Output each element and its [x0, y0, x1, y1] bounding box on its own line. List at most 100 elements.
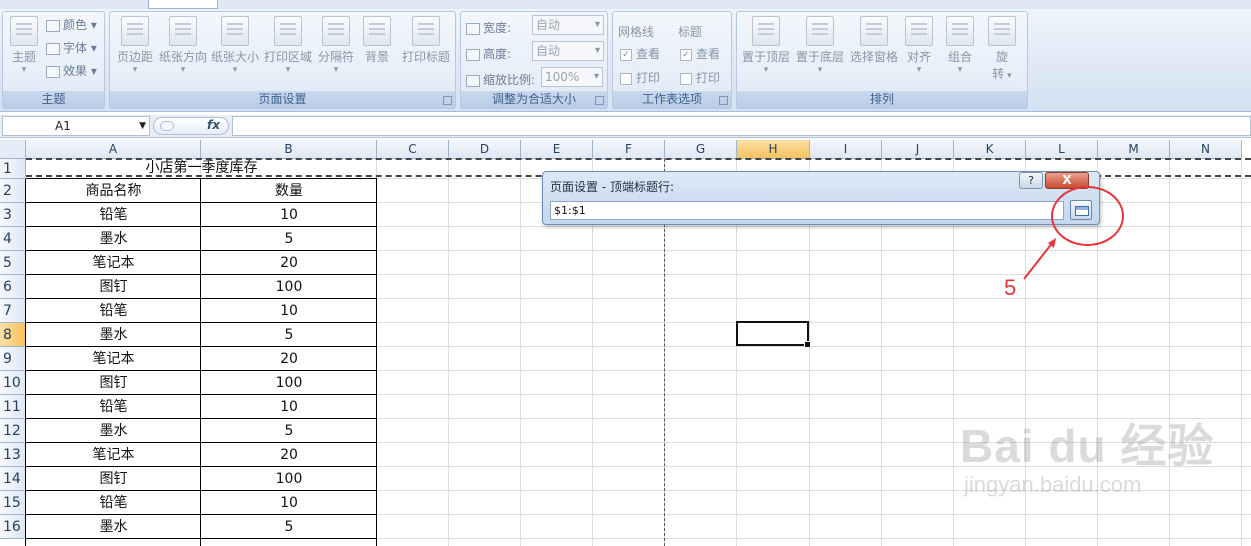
item-quantity-cell[interactable]: 5	[201, 419, 377, 443]
row-header-11[interactable]: 11	[0, 395, 26, 419]
column-header-f[interactable]: F	[593, 140, 665, 159]
column-header-h[interactable]: H	[737, 140, 810, 159]
column-header-b[interactable]: B	[201, 140, 377, 159]
column-header-j[interactable]: J	[882, 140, 954, 159]
item-name-cell[interactable]: 铅笔	[26, 203, 201, 227]
item-name-cell[interactable]: 铅笔	[26, 491, 201, 515]
page-setup-launcher-icon[interactable]	[443, 96, 452, 105]
row-header-8[interactable]: 8	[0, 323, 26, 347]
column-header-m[interactable]: M	[1098, 140, 1170, 159]
select-all-corner[interactable]	[0, 140, 26, 159]
header-cell-quantity[interactable]: 数量	[201, 179, 377, 203]
row-header-4[interactable]: 4	[0, 227, 26, 251]
item-name-cell[interactable]: 墨水	[26, 323, 201, 347]
group-button[interactable]: 组合 ▾	[945, 16, 975, 75]
width-select[interactable]: 自动	[532, 15, 604, 35]
item-name-cell[interactable]: 墨水	[26, 515, 201, 539]
row-header-1[interactable]: 1	[0, 159, 26, 179]
margins-button[interactable]: 页边距 ▾	[113, 16, 157, 75]
sheet-options-launcher-icon[interactable]	[719, 96, 728, 105]
column-header-e[interactable]: E	[521, 140, 593, 159]
headings-print-checkbox[interactable]: 打印	[680, 69, 720, 86]
row-header-14[interactable]: 14	[0, 467, 26, 491]
rotate-button[interactable]: 旋转 ▾	[987, 16, 1017, 82]
scale-launcher-icon[interactable]	[595, 96, 604, 105]
bring-to-front-button[interactable]: 置于顶层 ▾	[740, 16, 792, 75]
row-header-16[interactable]: 16	[0, 515, 26, 539]
insert-function-button[interactable]: fx	[153, 117, 229, 135]
item-quantity-cell[interactable]: 100	[201, 467, 377, 491]
orientation-button[interactable]: 纸张方向 ▾	[158, 16, 208, 75]
row-header-12[interactable]: 12	[0, 419, 26, 443]
name-box[interactable]: A1 ▼	[2, 116, 150, 136]
item-quantity-cell[interactable]: 20	[201, 251, 377, 275]
background-button[interactable]: 背景	[360, 16, 394, 65]
header-cell-name[interactable]: 商品名称	[26, 179, 201, 203]
item-name-cell[interactable]: 笔记本	[26, 443, 201, 467]
formula-input[interactable]	[232, 116, 1251, 136]
align-button[interactable]: 对齐 ▾	[904, 16, 934, 75]
column-header-g[interactable]: G	[665, 140, 737, 159]
row-header-13[interactable]: 13	[0, 443, 26, 467]
chevron-down-icon[interactable]: ▼	[139, 117, 146, 135]
theme-button[interactable]: 主题 ▾	[6, 16, 42, 75]
column-header-d[interactable]: D	[449, 140, 521, 159]
row-header-10[interactable]: 10	[0, 371, 26, 395]
item-quantity-cell[interactable]: 10	[201, 491, 377, 515]
item-quantity-cell[interactable]: 100	[201, 275, 377, 299]
rows-to-repeat-input[interactable]: $1:$1	[550, 201, 1064, 220]
scale-stepper[interactable]: 100%	[541, 67, 603, 87]
row-header-7[interactable]: 7	[0, 299, 26, 323]
row-header-3[interactable]: 3	[0, 203, 26, 227]
print-titles-button[interactable]: 打印标题	[400, 16, 452, 65]
row-header-5[interactable]: 5	[0, 251, 26, 275]
headings-view-checkbox[interactable]: ✓ 查看	[680, 45, 720, 62]
item-name-cell[interactable]: 笔记本	[26, 251, 201, 275]
item-name-cell[interactable]: 图钉	[26, 371, 201, 395]
colors-button[interactable]: 颜色 ▾	[46, 16, 97, 33]
item-quantity-cell[interactable]: 20	[201, 347, 377, 371]
column-header-i[interactable]: I	[810, 140, 882, 159]
checkbox-icon	[680, 72, 692, 85]
column-header-l[interactable]: L	[1026, 140, 1098, 159]
item-quantity-cell[interactable]: 10	[201, 395, 377, 419]
fonts-button[interactable]: 字体 ▾	[46, 39, 97, 56]
item-quantity-cell[interactable]: 5	[201, 323, 377, 347]
breaks-button[interactable]: 分隔符 ▾	[316, 16, 356, 75]
item-quantity-cell[interactable]: 100	[201, 371, 377, 395]
item-name-cell[interactable]: 图钉	[26, 275, 201, 299]
row-header-15[interactable]: 15	[0, 491, 26, 515]
item-name-cell[interactable]: 铅笔	[26, 299, 201, 323]
column-header-n[interactable]: N	[1170, 140, 1242, 159]
print-area-button[interactable]: 打印区域 ▾	[262, 16, 314, 75]
column-header-k[interactable]: K	[954, 140, 1026, 159]
row-header-6[interactable]: 6	[0, 275, 26, 299]
send-to-back-button[interactable]: 置于底层 ▾	[794, 16, 846, 75]
item-quantity-cell[interactable]: 10	[201, 203, 377, 227]
print-area-icon	[274, 16, 302, 46]
row-header-2[interactable]: 2	[0, 179, 26, 203]
item-quantity-cell[interactable]: 10	[201, 299, 377, 323]
item-quantity-cell[interactable]: 20	[201, 443, 377, 467]
formula-bar: A1 ▼ fx	[0, 115, 1251, 138]
item-quantity-cell[interactable]: 5	[201, 515, 377, 539]
selection-pane-button[interactable]: 选择窗格	[848, 16, 900, 65]
effects-button[interactable]: 效果 ▾	[46, 62, 97, 79]
paper-size-button[interactable]: 纸张大小 ▾	[210, 16, 260, 75]
item-quantity-cell[interactable]: 5	[201, 227, 377, 251]
item-name-cell[interactable]: 笔记本	[26, 347, 201, 371]
item-name-cell[interactable]: 墨水	[26, 227, 201, 251]
gridlines-print-checkbox[interactable]: 打印	[620, 69, 660, 86]
item-name-cell[interactable]: 墨水	[26, 419, 201, 443]
active-ribbon-tab[interactable]	[148, 0, 218, 9]
chevron-down-icon: ▾	[763, 65, 769, 75]
item-name-cell[interactable]: 图钉	[26, 467, 201, 491]
item-name-cell[interactable]: 铅笔	[26, 395, 201, 419]
row-header-9[interactable]: 9	[0, 347, 26, 371]
help-button[interactable]: ?	[1019, 172, 1043, 189]
column-header-a[interactable]: A	[26, 140, 201, 159]
active-cell-cursor[interactable]	[736, 321, 811, 348]
column-header-c[interactable]: C	[377, 140, 449, 159]
height-select[interactable]: 自动	[532, 41, 604, 61]
gridlines-view-checkbox[interactable]: ✓ 查看	[620, 45, 660, 62]
